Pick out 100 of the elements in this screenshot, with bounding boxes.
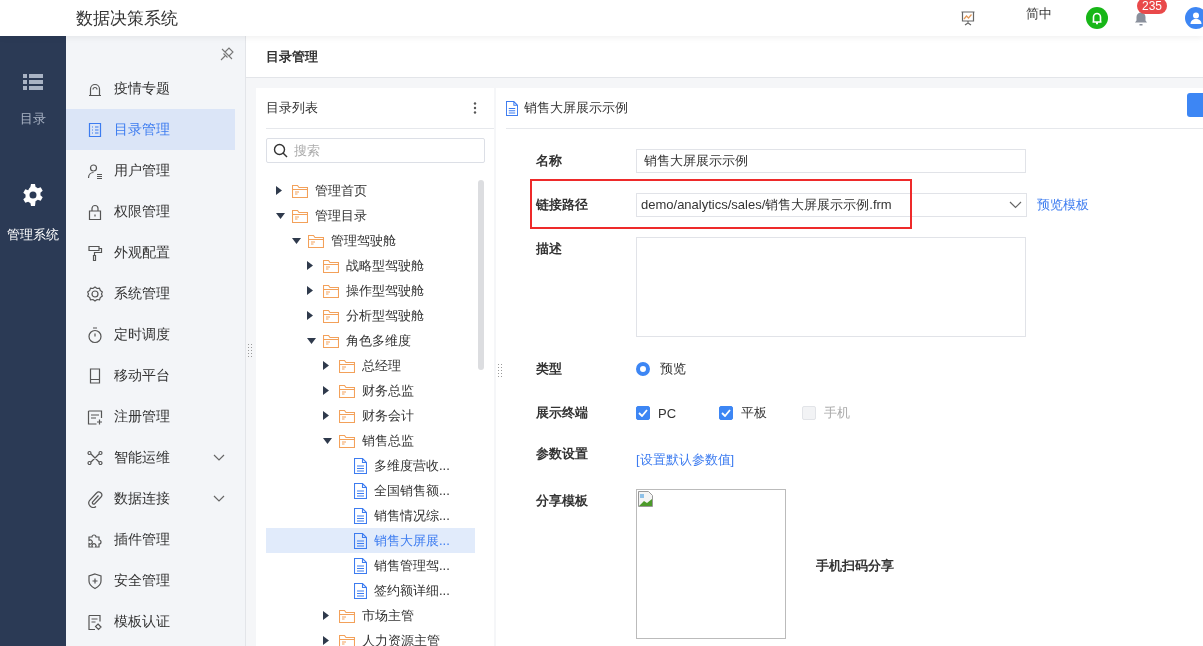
avatar-icon[interactable]	[1185, 7, 1203, 29]
search-field[interactable]: 搜索	[266, 138, 485, 163]
document-icon	[354, 457, 367, 474]
field-label: 分享模板	[536, 492, 589, 510]
field-label: 名称	[536, 152, 563, 170]
caret-right-icon	[307, 286, 313, 295]
menu-item[interactable]: 插件管理	[66, 519, 235, 560]
tree-item[interactable]: 管理首页	[266, 178, 475, 203]
user-icon	[86, 161, 104, 180]
search-icon	[273, 143, 288, 158]
tree-item[interactable]: 销售情况综...	[266, 503, 475, 528]
register-icon	[86, 407, 104, 426]
field-label: 描述	[536, 240, 563, 258]
bell-icon[interactable]	[1134, 10, 1148, 26]
folder-icon	[323, 333, 339, 348]
menu-item[interactable]: 定时调度	[66, 314, 235, 355]
menu-item[interactable]: 外观配置	[66, 232, 235, 273]
share-caption: 手机扫码分享	[816, 557, 894, 575]
paint-roller-icon	[86, 243, 104, 262]
parameter-link[interactable]: [设置默认参数值]	[636, 451, 735, 469]
field-label: 类型	[536, 360, 563, 378]
radio-button[interactable]	[636, 362, 650, 376]
menu-item[interactable]: 移动平台	[66, 355, 235, 396]
menu-item[interactable]: 模板认证	[66, 601, 235, 642]
tree-item[interactable]: 多维度营收...	[266, 453, 475, 478]
folder-icon	[323, 308, 339, 323]
tree-item[interactable]: 销售总监	[266, 428, 475, 453]
document-icon	[354, 582, 367, 599]
tree-item[interactable]: 财务总监	[266, 378, 475, 403]
path-dropdown[interactable]: demo/analytics/sales/销售大屏展示示例.frm	[636, 193, 1027, 217]
rail-item[interactable]: 目录	[0, 74, 66, 184]
menu-item[interactable]: 智能运维	[66, 437, 235, 478]
tree-item[interactable]: 管理驾驶舱	[266, 228, 475, 253]
language-label: 简中	[1026, 5, 1052, 23]
folder-icon	[323, 258, 339, 273]
tree-item[interactable]: 人力资源主管	[266, 628, 475, 646]
folder-icon	[338, 383, 355, 398]
bell-icon[interactable]	[1086, 7, 1108, 29]
padlock-icon	[86, 202, 104, 221]
document-icon	[354, 482, 367, 499]
folder-icon	[292, 208, 308, 223]
folder-icon	[292, 183, 308, 198]
presentation-chart-icon[interactable]	[960, 10, 976, 26]
folder-icon	[307, 233, 324, 248]
caret-right-icon	[322, 636, 329, 645]
folder-icon	[338, 408, 355, 423]
menu-item[interactable]: 数据连接	[66, 478, 235, 519]
tree-item[interactable]: 战略型驾驶舱	[266, 253, 475, 278]
menu-item[interactable]: 注册管理	[66, 396, 235, 437]
broken-image-icon	[638, 491, 654, 507]
chevron-down-icon	[1009, 201, 1022, 209]
checkbox-option[interactable]: PC	[636, 405, 719, 421]
list-document-icon	[86, 120, 104, 139]
folder-icon	[338, 358, 355, 373]
stopwatch-icon	[86, 325, 104, 344]
menu-item[interactable]: 系统管理	[66, 273, 235, 314]
document-icon	[354, 557, 367, 574]
menu-item[interactable]: 权限管理	[66, 191, 235, 232]
menu-item[interactable]: 疫情专题	[66, 68, 235, 109]
tree-item[interactable]: 全国销售额...	[266, 478, 475, 503]
radio-option[interactable]: 预览	[636, 360, 686, 378]
document-icon	[354, 532, 367, 549]
checkbox-option[interactable]: 平板	[719, 404, 802, 422]
name-field[interactable]: 销售大屏展示示例	[636, 149, 1026, 173]
list-icon	[23, 74, 43, 90]
menu-item[interactable]: 安全管理	[66, 560, 235, 601]
page-title: 目录管理	[266, 47, 318, 66]
tree-item[interactable]: 分析型驾驶舱	[266, 303, 475, 328]
pin-icon[interactable]	[220, 47, 234, 61]
document-icon	[506, 100, 518, 116]
tree-item[interactable]: 操作型驾驶舱	[266, 278, 475, 303]
folder-icon	[338, 433, 355, 448]
caret-down-icon	[322, 437, 332, 444]
tree-item[interactable]: 总经理	[266, 353, 475, 378]
caret-down-icon	[307, 337, 316, 344]
caret-right-icon	[307, 261, 313, 270]
checkbox[interactable]	[636, 406, 650, 420]
tree-item[interactable]: 管理目录	[266, 203, 475, 228]
preview-link[interactable]: 预览模板	[1037, 196, 1089, 214]
gear-icon	[86, 284, 104, 303]
checkbox[interactable]	[719, 406, 733, 420]
splitter-handle[interactable]	[248, 344, 252, 358]
more-icon[interactable]	[473, 102, 477, 114]
document-icon	[354, 507, 367, 524]
folder-icon	[338, 633, 355, 646]
tree-item[interactable]: 签约额详细...	[266, 578, 475, 603]
shield-icon	[86, 571, 104, 590]
tree-item[interactable]: 财务会计	[266, 403, 475, 428]
tree-item[interactable]: 市场主管	[266, 603, 475, 628]
splitter-handle[interactable]	[498, 364, 502, 378]
menu-item[interactable]: 用户管理	[66, 150, 235, 191]
caret-down-icon	[291, 237, 301, 244]
notification-badge: 235	[1137, 0, 1168, 14]
tree-item[interactable]: 销售管理驾...	[266, 553, 475, 578]
description-field[interactable]	[636, 237, 1026, 337]
field-label: 链接路径	[536, 196, 589, 214]
rail-item[interactable]: 管理系统	[0, 184, 66, 294]
caret-right-icon	[276, 186, 282, 195]
tree-item[interactable]: 角色多维度	[266, 328, 475, 353]
template-icon	[86, 612, 104, 631]
